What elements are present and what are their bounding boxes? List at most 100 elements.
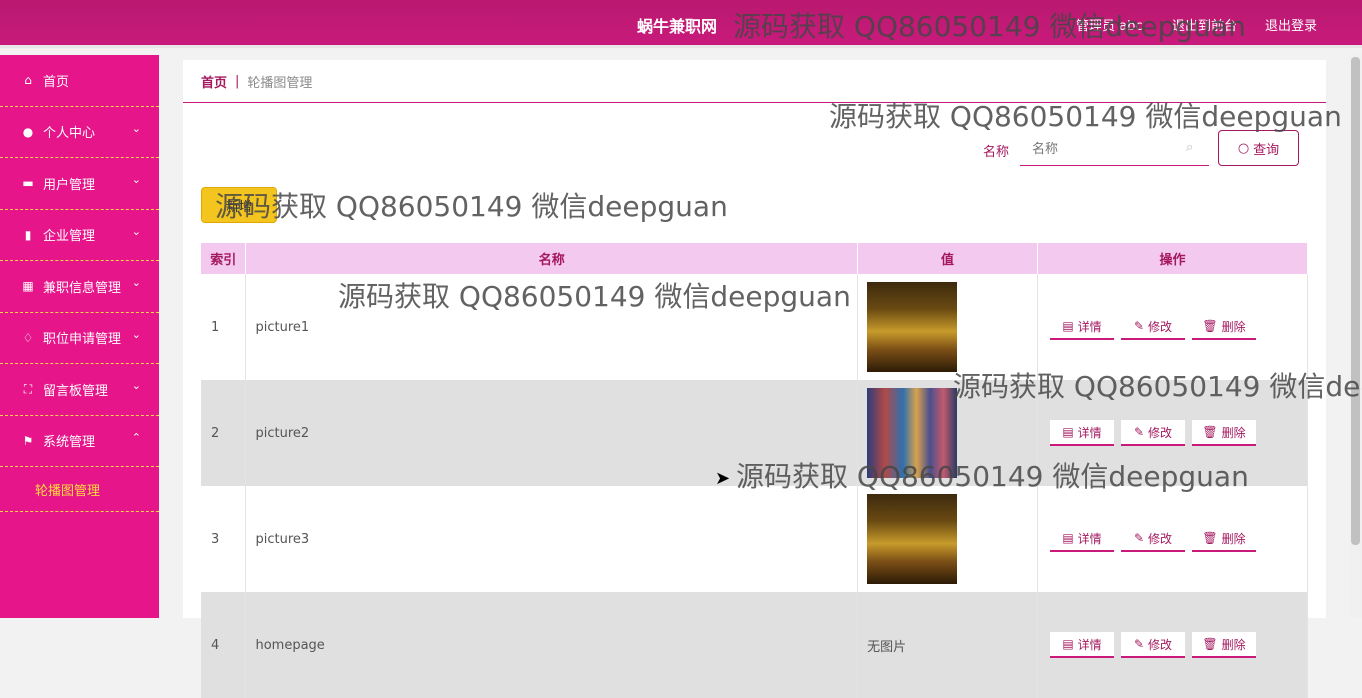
row-name: picture3: [245, 486, 859, 592]
sidebar-item-label: 企业管理: [43, 229, 96, 245]
edit-label: 修改: [1148, 319, 1173, 334]
edit-button[interactable]: ✎ 修改: [1121, 526, 1186, 552]
delete-button[interactable]: 🗑 删除: [1192, 526, 1257, 552]
column-header-actions: 操作: [1037, 243, 1308, 274]
sidebar-subitem-carousel[interactable]: 轮播图管理: [0, 467, 159, 512]
edit-label: 修改: [1148, 425, 1173, 440]
detail-button[interactable]: ▤ 详情: [1050, 314, 1115, 340]
row-value: [857, 486, 1039, 592]
pencil-icon: ✎: [1133, 319, 1145, 333]
delete-label: 删除: [1221, 637, 1246, 652]
briefcase-icon: ▬: [22, 176, 34, 191]
home-icon: ⌂: [24, 73, 32, 88]
chevron-down-icon: ⌄: [131, 173, 141, 186]
delete-button[interactable]: 🗑 删除: [1192, 314, 1257, 340]
query-button-label: 查询: [1253, 142, 1280, 158]
logout-link[interactable]: 退出登录: [1265, 15, 1317, 34]
grid-icon: ▦: [22, 279, 34, 294]
sidebar-item-messages[interactable]: ⛶ 留言板管理 ⌄: [0, 364, 159, 416]
row-actions: ▤ 详情 ✎ 修改 🗑 删除: [1037, 592, 1308, 698]
carousel-image: [867, 494, 958, 584]
row-name: picture1: [245, 274, 859, 380]
document-icon: ▤: [1062, 531, 1074, 545]
detail-button[interactable]: ▤ 详情: [1050, 420, 1115, 446]
column-header-name: 名称: [245, 243, 859, 274]
table-row: 3 picture3 ▤ 详情 ✎ 修改 🗑 删除: [201, 486, 1308, 592]
admin-label: 管理员 abc: [1076, 19, 1143, 34]
row-value: [857, 274, 1039, 380]
site-title: 蜗牛兼职网: [637, 17, 718, 36]
trash-icon: 🗑: [1202, 531, 1218, 545]
delete-button[interactable]: 🗑 删除: [1192, 420, 1257, 446]
sidebar-item-applications[interactable]: ♢ 职位申请管理 ⌄: [0, 313, 159, 364]
trash-icon: 🗑: [1202, 319, 1218, 333]
add-button[interactable]: 新增: [201, 187, 277, 223]
row-name: homepage: [245, 592, 859, 698]
edit-button[interactable]: ✎ 修改: [1121, 420, 1186, 446]
row-value: [857, 380, 1039, 486]
row-actions: ▤ 详情 ✎ 修改 🗑 删除: [1037, 380, 1308, 486]
user-icon: ●: [22, 124, 34, 139]
sidebar-item-label: 职位申请管理: [43, 332, 122, 348]
bell-icon: ♢: [22, 330, 34, 345]
sidebar-item-jobs[interactable]: ▦ 兼职信息管理 ⌄: [0, 261, 159, 313]
table-row: 4 homepage 无图片 ▤ 详情 ✎ 修改 🗑 删除: [201, 592, 1308, 698]
chevron-down-icon: ⌄: [131, 327, 141, 341]
breadcrumb-home[interactable]: 首页: [201, 72, 227, 91]
sidebar-item-profile[interactable]: ● 个人中心 ⌄: [0, 107, 159, 158]
detail-label: 详情: [1077, 425, 1102, 440]
top-bar: 蜗牛兼职网 管理员 abc 退出到前台 退出登录: [0, 0, 1362, 48]
row-actions: ▤ 详情 ✎ 修改 🗑 删除: [1037, 486, 1308, 592]
sidebar-item-system[interactable]: ⚑ 系统管理 ⌃: [0, 416, 159, 467]
detail-label: 详情: [1077, 531, 1102, 546]
table-row: 2 picture2 ▤ 详情 ✎ 修改 🗑 删除: [201, 380, 1308, 486]
detail-label: 详情: [1077, 637, 1102, 652]
pencil-icon: ✎: [1133, 531, 1145, 545]
delete-label: 删除: [1221, 425, 1246, 440]
sidebar-item-users[interactable]: ▬ 用户管理 ⌄: [0, 158, 159, 210]
trash-icon: 🗑: [1202, 637, 1218, 651]
sidebar-item-home[interactable]: ⌂ 首页: [0, 55, 159, 107]
row-index: 4: [201, 592, 247, 698]
delete-label: 删除: [1221, 319, 1246, 334]
document-icon: ▤: [1062, 319, 1074, 333]
back-to-front-link[interactable]: 退出到前台: [1172, 15, 1237, 34]
breadcrumb-current: 轮播图管理: [247, 75, 313, 91]
row-value: 无图片: [857, 592, 1039, 698]
row-name: picture2: [245, 380, 859, 486]
mouse-cursor-icon: ➤: [715, 468, 731, 489]
edit-button[interactable]: ✎ 修改: [1121, 314, 1186, 340]
frame-icon: ⛶: [23, 381, 33, 396]
document-icon: ▤: [1062, 637, 1074, 651]
chevron-down-icon: ⌄: [131, 276, 141, 289]
row-actions: ▤ 详情 ✎ 修改 🗑 删除: [1037, 274, 1308, 380]
main-content: 首页 | 轮播图管理 名称 ⌕ ○ 查询 新增 索引 名称 值 操作 1 pic…: [183, 60, 1326, 698]
breadcrumb-separator: |: [235, 73, 240, 89]
flag-icon: ⚑: [22, 433, 34, 448]
page-scrollbar[interactable]: [1349, 55, 1362, 618]
row-index: 2: [201, 380, 247, 486]
edit-label: 修改: [1148, 531, 1173, 546]
pencil-icon: ✎: [1133, 425, 1145, 439]
sidebar-item-label: 留言板管理: [43, 383, 109, 399]
scrollbar-thumb[interactable]: [1351, 57, 1360, 545]
chevron-down-icon: ⌄: [131, 224, 141, 238]
table-row: 1 picture1 ▤ 详情 ✎ 修改 🗑 删除: [201, 274, 1308, 380]
sidebar: ⌂ 首页 ● 个人中心 ⌄ ▬ 用户管理 ⌄ ▮ 企业管理 ⌄ ▦ 兼职信息管理…: [0, 55, 159, 618]
detail-button[interactable]: ▤ 详情: [1050, 632, 1115, 658]
chevron-up-icon: ⌃: [131, 430, 141, 444]
edit-button[interactable]: ✎ 修改: [1121, 632, 1186, 658]
detail-button[interactable]: ▤ 详情: [1050, 526, 1115, 552]
delete-button[interactable]: 🗑 删除: [1192, 632, 1257, 658]
sidebar-item-companies[interactable]: ▮ 企业管理 ⌄: [0, 210, 159, 261]
delete-label: 删除: [1221, 531, 1246, 546]
search-input[interactable]: [1020, 134, 1209, 166]
search-icon: ○: [1237, 140, 1250, 156]
row-index: 3: [201, 486, 247, 592]
column-header-index: 索引: [201, 243, 247, 274]
sidebar-item-label: 用户管理: [43, 177, 96, 193]
carousel-table: 索引 名称 值 操作 1 picture1 ▤ 详情 ✎ 修改 🗑 删除 2 p…: [201, 243, 1308, 698]
query-button[interactable]: ○ 查询: [1218, 130, 1299, 166]
carousel-image: [867, 282, 958, 372]
search-icon: ⌕: [1186, 140, 1194, 155]
